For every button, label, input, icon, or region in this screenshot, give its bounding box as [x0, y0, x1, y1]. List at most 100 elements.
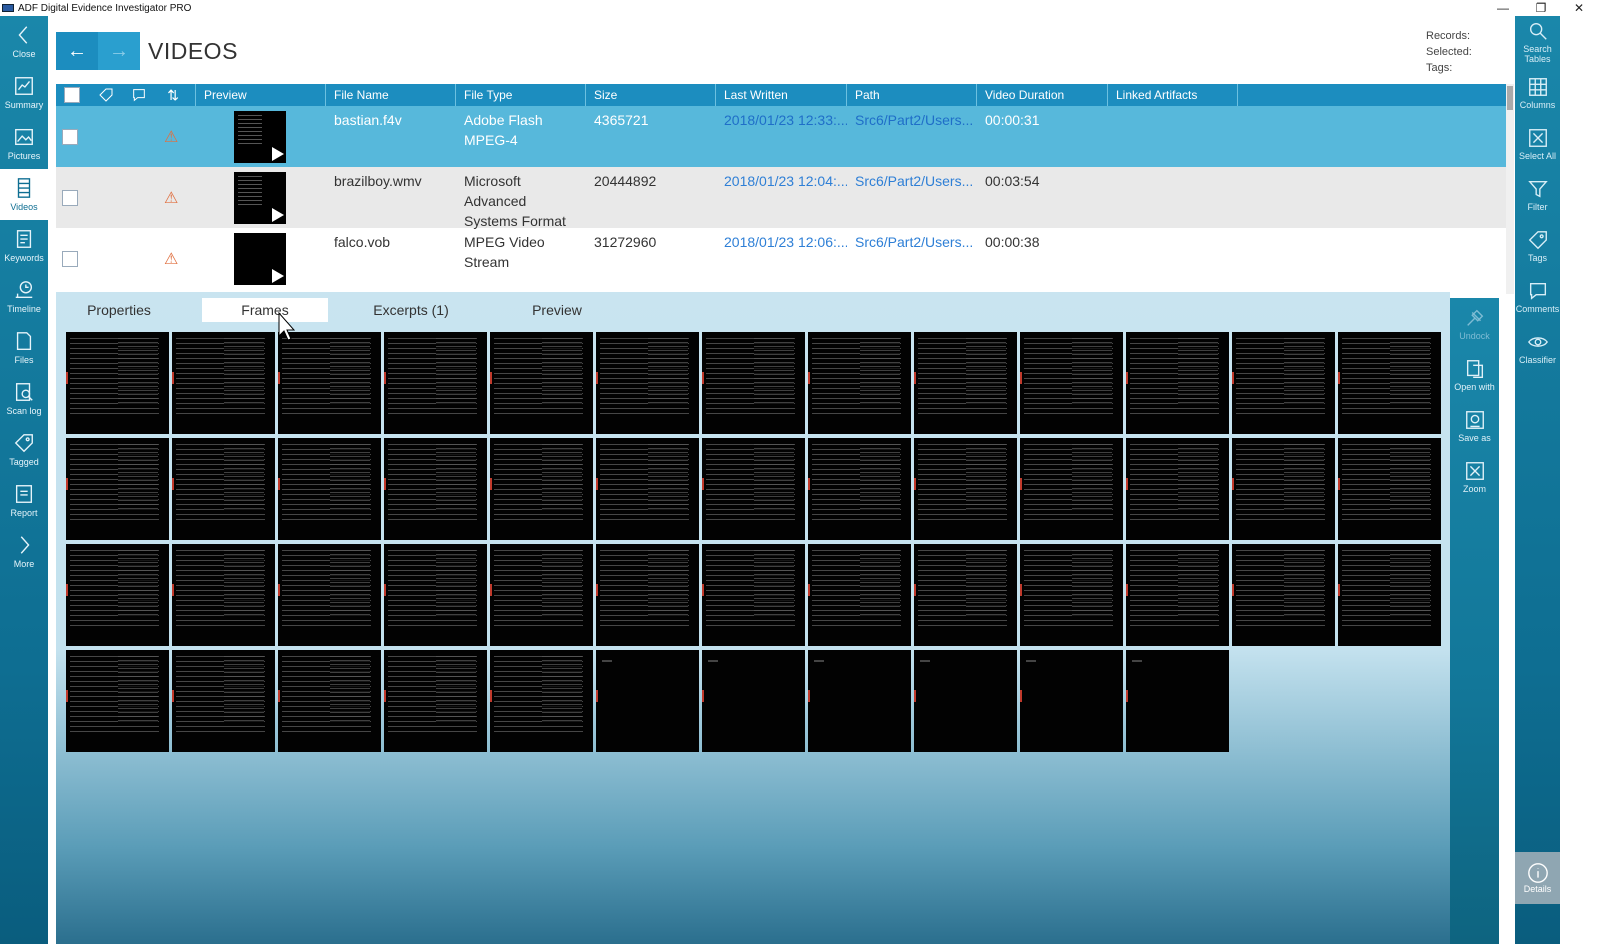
video-frame-thumbnail[interactable]	[596, 438, 699, 540]
tags-button[interactable]: Tags	[1515, 220, 1560, 271]
tab-frames[interactable]: Frames	[202, 298, 328, 322]
path[interactable]: Src6/Part2/Users...	[847, 167, 977, 228]
video-thumbnail[interactable]	[234, 110, 286, 163]
video-frame-thumbnail[interactable]	[172, 332, 275, 434]
video-frame-thumbnail[interactable]	[596, 544, 699, 646]
column-header-preview[interactable]: Preview	[196, 84, 326, 106]
column-header-path[interactable]: Path	[847, 84, 977, 106]
classifier-button[interactable]: Classifier	[1515, 322, 1560, 373]
video-frame-thumbnail[interactable]	[702, 650, 805, 752]
video-frame-thumbnail[interactable]	[66, 438, 169, 540]
video-frame-thumbnail[interactable]	[278, 544, 381, 646]
video-frame-thumbnail[interactable]	[1020, 332, 1123, 434]
comments-button[interactable]: Comments	[1515, 271, 1560, 322]
last-written[interactable]: 2018/01/23 12:06:...	[716, 228, 847, 289]
video-frame-thumbnail[interactable]	[66, 544, 169, 646]
tab-properties[interactable]: Properties	[56, 298, 182, 322]
nav-files[interactable]: Files	[0, 322, 48, 373]
tab-excerpts[interactable]: Excerpts (1)	[348, 298, 474, 322]
comment-icon[interactable]	[128, 86, 152, 104]
column-header-linked-artifacts[interactable]: Linked Artifacts	[1108, 84, 1238, 106]
undock-button[interactable]: Undock	[1450, 298, 1499, 349]
video-frame-thumbnail[interactable]	[1126, 332, 1229, 434]
nav-summary[interactable]: Summary	[0, 67, 48, 118]
forward-button[interactable]: →	[98, 32, 140, 70]
video-frame-thumbnail[interactable]	[1020, 650, 1123, 752]
video-frame-thumbnail[interactable]	[1232, 438, 1335, 540]
column-header-video-duration[interactable]: Video Duration	[977, 84, 1108, 106]
video-frame-thumbnail[interactable]	[596, 650, 699, 752]
video-frame-thumbnail[interactable]	[384, 332, 487, 434]
video-frame-thumbnail[interactable]	[172, 650, 275, 752]
restore-icon[interactable]: ❐	[1522, 0, 1560, 16]
video-frame-thumbnail[interactable]	[914, 332, 1017, 434]
video-frame-thumbnail[interactable]	[1126, 650, 1229, 752]
video-frame-thumbnail[interactable]	[1126, 438, 1229, 540]
video-frame-thumbnail[interactable]	[1338, 438, 1441, 540]
video-frame-thumbnail[interactable]	[490, 544, 593, 646]
columns-button[interactable]: Columns	[1515, 67, 1560, 118]
minimize-icon[interactable]: —	[1484, 0, 1522, 16]
video-frame-thumbnail[interactable]	[384, 544, 487, 646]
video-frame-thumbnail[interactable]	[808, 650, 911, 752]
video-frame-thumbnail[interactable]	[172, 544, 275, 646]
search-tables-button[interactable]: Search Tables	[1515, 16, 1560, 67]
video-frame-thumbnail[interactable]	[702, 438, 805, 540]
nav-tagged[interactable]: Tagged	[0, 424, 48, 475]
video-frame-thumbnail[interactable]	[384, 650, 487, 752]
last-written[interactable]: 2018/01/23 12:33:...	[716, 106, 847, 167]
back-button[interactable]: ←	[56, 32, 98, 70]
video-frame-thumbnail[interactable]	[490, 438, 593, 540]
video-frame-thumbnail[interactable]	[1020, 438, 1123, 540]
column-header-size[interactable]: Size	[586, 84, 716, 106]
nav-close[interactable]: Close	[0, 16, 48, 67]
video-frame-thumbnail[interactable]	[278, 438, 381, 540]
path[interactable]: Src6/Part2/Users...	[847, 106, 977, 167]
video-thumbnail[interactable]	[234, 232, 286, 285]
table-row[interactable]: ⚠ brazilboy.wmv Microsoft Advanced Syste…	[56, 167, 1506, 229]
tag-icon[interactable]	[94, 86, 118, 104]
zoom-button[interactable]: Zoom	[1450, 451, 1499, 502]
column-header-last-written[interactable]: Last Written	[716, 84, 847, 106]
row-checkbox[interactable]	[62, 250, 78, 267]
select-all-button[interactable]: Select All	[1515, 118, 1560, 169]
video-frame-thumbnail[interactable]	[808, 438, 911, 540]
table-row[interactable]: ⚠ falco.vob MPEG Video Stream 31272960 2…	[56, 228, 1506, 289]
last-written[interactable]: 2018/01/23 12:04:...	[716, 167, 847, 228]
column-header-file-name[interactable]: File Name	[326, 84, 456, 106]
video-frame-thumbnail[interactable]	[278, 332, 381, 434]
video-frame-thumbnail[interactable]	[384, 438, 487, 540]
close-window-icon[interactable]: ✕	[1560, 0, 1598, 16]
row-checkbox[interactable]	[62, 189, 78, 206]
video-frame-thumbnail[interactable]	[914, 544, 1017, 646]
nav-keywords[interactable]: Keywords	[0, 220, 48, 271]
nav-scan-log[interactable]: Scan log	[0, 373, 48, 424]
nav-pictures[interactable]: Pictures	[0, 118, 48, 169]
video-frame-thumbnail[interactable]	[702, 544, 805, 646]
video-frame-thumbnail[interactable]	[66, 650, 169, 752]
video-frame-thumbnail[interactable]	[808, 544, 911, 646]
video-frame-thumbnail[interactable]	[808, 332, 911, 434]
header-checkbox[interactable]	[60, 86, 84, 104]
details-button[interactable]: Details	[1515, 852, 1560, 904]
path[interactable]: Src6/Part2/Users...	[847, 228, 977, 289]
video-frame-thumbnail[interactable]	[596, 332, 699, 434]
video-frame-thumbnail[interactable]	[172, 438, 275, 540]
table-scrollbar[interactable]	[1506, 84, 1514, 294]
column-header-file-type[interactable]: File Type	[456, 84, 586, 106]
table-row[interactable]: ⚠ bastian.f4v Adobe Flash MPEG-4 4365721…	[56, 106, 1506, 167]
video-frame-thumbnail[interactable]	[914, 650, 1017, 752]
nav-timeline[interactable]: Timeline	[0, 271, 48, 322]
sort-icon[interactable]: ⇅	[161, 86, 185, 104]
tab-preview[interactable]: Preview	[494, 298, 620, 322]
video-frame-thumbnail[interactable]	[914, 438, 1017, 540]
open-with-button[interactable]: Open with	[1450, 349, 1499, 400]
video-frame-thumbnail[interactable]	[1232, 544, 1335, 646]
nav-more[interactable]: More	[0, 526, 48, 577]
video-frame-thumbnail[interactable]	[1232, 332, 1335, 434]
video-frame-thumbnail[interactable]	[1020, 544, 1123, 646]
video-frame-thumbnail[interactable]	[1338, 332, 1441, 434]
video-frame-thumbnail[interactable]	[278, 650, 381, 752]
filter-button[interactable]: Filter	[1515, 169, 1560, 220]
video-frame-thumbnail[interactable]	[66, 332, 169, 434]
